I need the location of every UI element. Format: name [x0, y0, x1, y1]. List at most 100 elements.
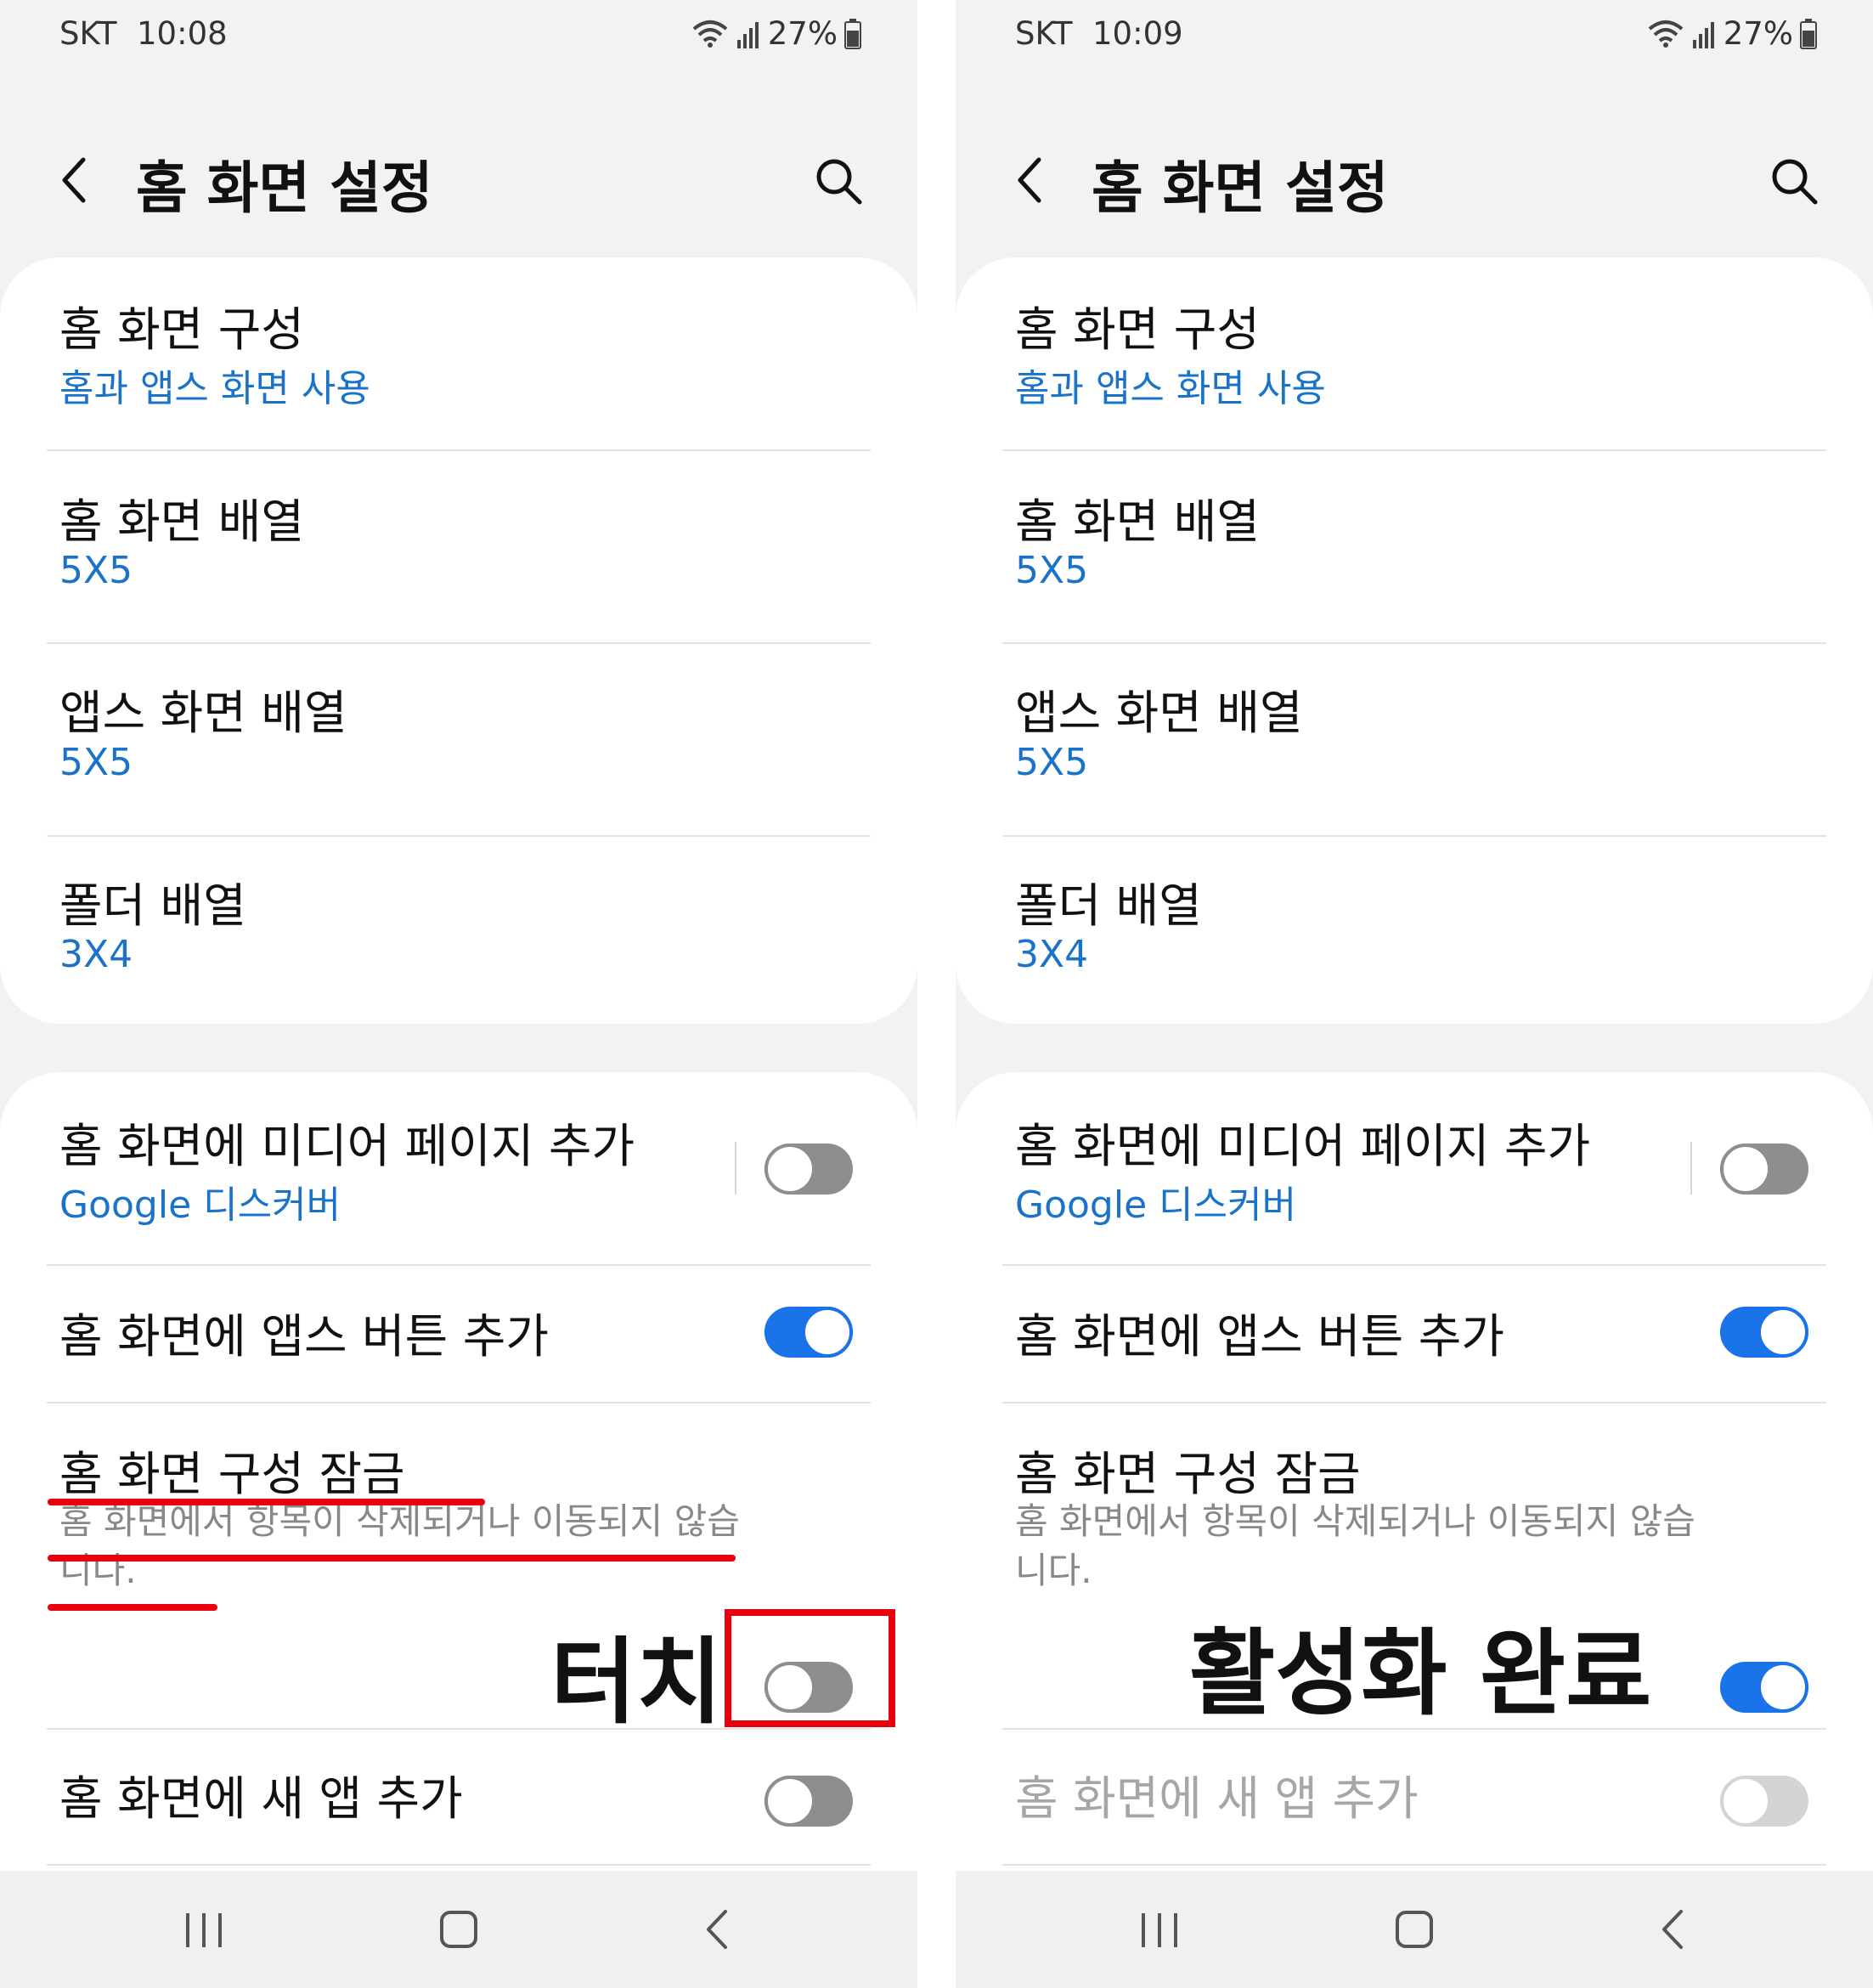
list-item-apps-button[interactable]: 홈 화면에 앱스 버튼 추가: [0, 1266, 917, 1402]
switch-knob: [764, 1776, 815, 1827]
item-subtitle: 5X5: [59, 549, 133, 592]
item-title: 홈 화면 구성 잠금: [1015, 1447, 1361, 1501]
battery-percent: 27%: [1723, 15, 1793, 52]
item-subtitle: 홈과 앱스 화면 사용: [1015, 367, 1326, 410]
media-page-switch[interactable]: [1720, 1144, 1808, 1194]
switch-knob: [1757, 1307, 1808, 1358]
list-item-new-apps: 홈 화면에 새 앱 추가: [956, 1730, 1873, 1864]
item-title: 홈 화면에 미디어 페이지 추가: [1015, 1119, 1591, 1173]
item-title: 홈 화면 구성: [1015, 302, 1260, 357]
wifi-icon: [692, 20, 728, 48]
item-description: 홈 화면에서 항목이 삭제되거나 이동되지 않습니다.: [1015, 1500, 1695, 1591]
list-item-apps-button[interactable]: 홈 화면에 앱스 버튼 추가: [956, 1266, 1873, 1402]
item-subtitle: 5X5: [1015, 549, 1089, 592]
item-title: 앱스 화면 배열: [1015, 686, 1303, 740]
signal-icon: [736, 21, 759, 48]
list-item-home-grid[interactable]: 홈 화면 배열 5X5: [956, 451, 1873, 642]
list-item-apps-grid[interactable]: 앱스 화면 배열 5X5: [0, 644, 917, 835]
list-item-home-layout[interactable]: 홈 화면 구성 홈과 앱스 화면 사용: [0, 257, 917, 449]
list-item-home-layout[interactable]: 홈 화면 구성 홈과 앱스 화면 사용: [956, 257, 1873, 449]
list-item-folder-grid[interactable]: 폴더 배열 3X4: [0, 837, 917, 1024]
list-item-new-apps[interactable]: 홈 화면에 새 앱 추가: [0, 1730, 917, 1864]
recent-apps-icon[interactable]: [174, 1900, 234, 1959]
page-title: 홈 화면 설정: [1092, 155, 1389, 221]
carrier: SKT: [1015, 15, 1073, 52]
item-title: 홈 화면에 미디어 페이지 추가: [59, 1119, 635, 1173]
phone-screen-before: SKT 10:08 27% 홈 화면 설정 홈 화면 구성 홈과 앱스 화면 사…: [0, 0, 917, 1988]
new-apps-switch: [1720, 1776, 1808, 1827]
clock: 10:09: [1092, 15, 1183, 52]
item-title: 홈 화면에 앱스 버튼 추가: [59, 1309, 549, 1364]
layout-settings-card: 홈 화면 구성 홈과 앱스 화면 사용 홈 화면 배열 5X5 앱스 화면 배열…: [0, 257, 917, 1024]
toggle-settings-card: 홈 화면에 미디어 페이지 추가 Google 디스커버 홈 화면에 앱스 버튼…: [0, 1072, 917, 1988]
item-title: 홈 화면 배열: [1015, 494, 1260, 549]
item-title: 홈 화면에 앱스 버튼 추가: [1015, 1309, 1504, 1364]
app-bar: 홈 화면 설정: [0, 127, 917, 238]
battery-icon: [844, 18, 861, 49]
battery-icon: [1800, 18, 1817, 49]
list-item-media-page[interactable]: 홈 화면에 미디어 페이지 추가 Google 디스커버: [0, 1072, 917, 1264]
item-description: 홈 화면에서 항목이 삭제되거나 이동되지 않습니다.: [59, 1500, 740, 1591]
item-subtitle: 3X4: [1015, 933, 1089, 976]
apps-button-switch[interactable]: [764, 1307, 853, 1358]
toggle-settings-card: 홈 화면에 미디어 페이지 추가 Google 디스커버 홈 화면에 앱스 버튼…: [956, 1072, 1873, 1988]
item-subtitle: 3X4: [59, 933, 133, 976]
switch-knob: [802, 1307, 853, 1358]
back-icon[interactable]: [1007, 155, 1058, 206]
status-bar: SKT 10:09 27%: [956, 0, 1873, 71]
item-subtitle: Google 디스커버: [1015, 1183, 1297, 1227]
divider: [1002, 1864, 1826, 1866]
highlight-underline: [48, 1499, 485, 1505]
divider: [47, 1864, 871, 1866]
carrier-time: SKT 10:09: [1015, 15, 1183, 52]
carrier-time: SKT 10:08: [59, 15, 228, 52]
switch-knob: [1757, 1662, 1808, 1713]
page-title: 홈 화면 설정: [136, 155, 433, 221]
highlight-box: [725, 1609, 895, 1727]
home-icon[interactable]: [429, 1900, 488, 1959]
list-item-folder-grid[interactable]: 폴더 배열 3X4: [956, 837, 1873, 1024]
back-icon[interactable]: [51, 155, 102, 206]
status-bar: SKT 10:08 27%: [0, 0, 917, 71]
wifi-icon: [1648, 20, 1684, 48]
switch-knob: [1720, 1144, 1771, 1194]
recent-apps-icon[interactable]: [1130, 1900, 1189, 1959]
layout-lock-switch[interactable]: [1720, 1662, 1808, 1713]
signal-icon: [1692, 21, 1714, 48]
new-apps-switch[interactable]: [764, 1776, 853, 1827]
clock: 10:08: [137, 15, 228, 52]
switch-knob: [764, 1144, 815, 1194]
item-title: 앱스 화면 배열: [59, 686, 347, 740]
annotation-touch: 터치: [550, 1628, 723, 1737]
highlight-underline: [48, 1604, 217, 1611]
item-subtitle: 5X5: [1015, 741, 1089, 784]
media-page-switch[interactable]: [764, 1144, 853, 1194]
nav-back-icon[interactable]: [1644, 1900, 1703, 1959]
carrier: SKT: [59, 15, 117, 52]
phone-screen-after: SKT 10:09 27% 홈 화면 설정 홈 화면 구성 홈과 앱스 화면 사…: [956, 0, 1873, 1988]
status-icons: 27%: [691, 15, 861, 52]
list-item-apps-grid[interactable]: 앱스 화면 배열 5X5: [956, 644, 1873, 835]
item-title: 홈 화면 구성 잠금: [59, 1447, 405, 1501]
search-icon[interactable]: [1768, 155, 1822, 209]
item-title: 폴더 배열: [59, 878, 246, 933]
item-subtitle: 홈과 앱스 화면 사용: [59, 367, 370, 410]
item-title: 홈 화면에 새 앱 추가: [1015, 1771, 1419, 1826]
annotation-activated: 활성화 완료: [1189, 1619, 1652, 1728]
layout-settings-card: 홈 화면 구성 홈과 앱스 화면 사용 홈 화면 배열 5X5 앱스 화면 배열…: [956, 257, 1873, 1024]
item-title: 홈 화면 배열: [59, 494, 304, 549]
list-item-media-page[interactable]: 홈 화면에 미디어 페이지 추가 Google 디스커버: [956, 1072, 1873, 1264]
battery-percent: 27%: [767, 15, 838, 52]
vertical-separator: [735, 1142, 736, 1194]
apps-button-switch[interactable]: [1720, 1307, 1808, 1358]
item-subtitle: 5X5: [59, 741, 133, 784]
navigation-bar: [956, 1871, 1873, 1988]
status-icons: 27%: [1647, 15, 1817, 52]
nav-back-icon[interactable]: [688, 1900, 748, 1959]
item-title: 홈 화면에 새 앱 추가: [59, 1771, 463, 1826]
item-title: 홈 화면 구성: [59, 302, 304, 357]
list-item-home-grid[interactable]: 홈 화면 배열 5X5: [0, 451, 917, 642]
app-bar: 홈 화면 설정: [956, 127, 1873, 238]
home-icon[interactable]: [1385, 1900, 1444, 1959]
search-icon[interactable]: [812, 155, 866, 209]
